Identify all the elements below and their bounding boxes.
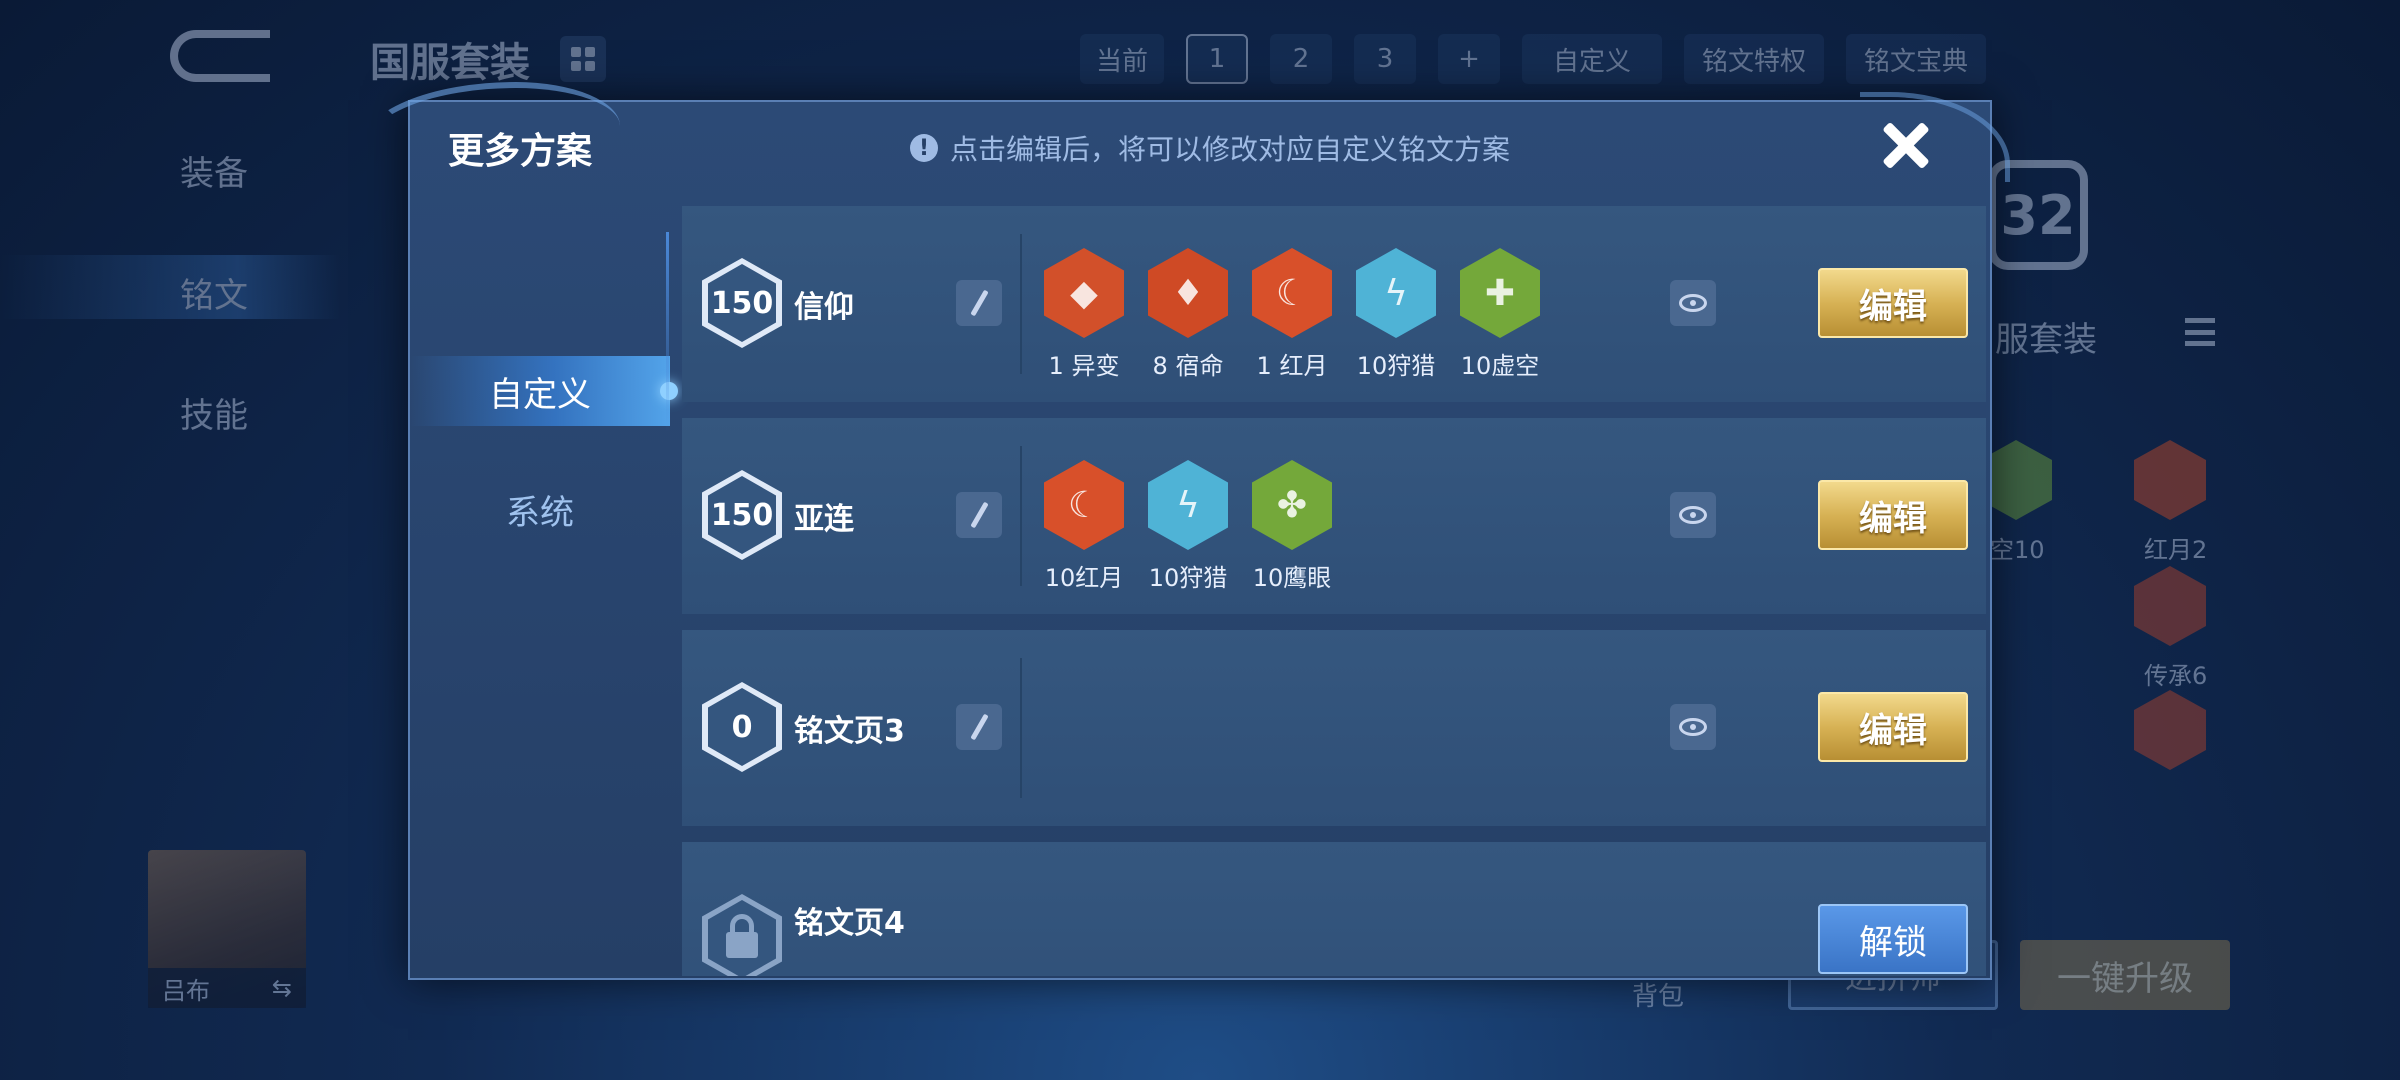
rune-page-bar: 当前 1 2 3 + 自定义 铭文特权 铭文宝典 bbox=[1080, 34, 1987, 84]
plan-name: 铭文页4 bbox=[794, 906, 905, 941]
plan-name: 铭文页3 bbox=[794, 714, 905, 749]
rename-icon[interactable] bbox=[956, 704, 1002, 750]
hint-text: 点击编辑后，将可以修改对应自定义铭文方案 bbox=[950, 133, 1511, 166]
tab-system[interactable]: 系统 bbox=[410, 474, 670, 544]
tab-divider bbox=[666, 232, 669, 432]
rune-red-icon: ♦ bbox=[1148, 248, 1228, 338]
tab-label: 系统 bbox=[506, 492, 574, 533]
hero-name-bar[interactable]: 吕布 ⇆ bbox=[148, 968, 306, 1008]
set-name-label: 服套装 bbox=[1995, 320, 2097, 360]
privilege-button[interactable]: 铭文特权 bbox=[1684, 34, 1825, 84]
active-indicator-icon bbox=[660, 382, 678, 400]
dialog-header: 更多方案 ! 点击编辑后，将可以修改对应自定义铭文方案 bbox=[410, 102, 1990, 202]
rune-list: ☾ 10红月 ϟ 10狩猎 ✤ 10鹰眼 bbox=[1044, 460, 1332, 593]
rune-red-icon: ☾ bbox=[1044, 460, 1124, 550]
rename-icon[interactable] bbox=[956, 492, 1002, 538]
rune-green-icon: ✤ bbox=[1252, 460, 1332, 550]
page-title: 国服套装 bbox=[370, 40, 530, 86]
rune-blue-icon: ϟ bbox=[1148, 460, 1228, 550]
preview-eye-icon[interactable] bbox=[1670, 280, 1716, 326]
rune-item[interactable]: ☾ 10红月 bbox=[1044, 460, 1124, 593]
sidebar-item-equipment[interactable]: 装备 bbox=[180, 146, 248, 195]
preview-eye-icon[interactable] bbox=[1670, 704, 1716, 750]
plan-row: 0 铭文页3 编辑 bbox=[682, 630, 1986, 826]
unlock-button[interactable]: 解锁 bbox=[1818, 904, 1968, 974]
tab-label: 自定义 bbox=[489, 374, 591, 415]
rune-item[interactable]: ✤ 10鹰眼 bbox=[1252, 460, 1332, 593]
rune-red-icon: ☾ bbox=[1252, 248, 1332, 338]
rune-label: 红月2 bbox=[2144, 536, 2208, 564]
grid-icon[interactable] bbox=[560, 36, 606, 82]
upgrade-all-button[interactable]: 一键升级 bbox=[2020, 940, 2230, 1010]
close-icon[interactable] bbox=[1874, 114, 1938, 178]
rune-label: 1 异变 bbox=[1048, 352, 1120, 380]
rune-label: 10狩猎 bbox=[1356, 352, 1436, 380]
level-value: 0 bbox=[708, 688, 776, 766]
edit-button[interactable]: 编辑 bbox=[1818, 268, 1968, 338]
current-label: 当前 bbox=[1080, 34, 1165, 84]
rune-item[interactable]: ϟ 10狩猎 bbox=[1148, 460, 1228, 593]
rune-item[interactable]: ◆ 1 异变 bbox=[1044, 248, 1124, 381]
bag-label[interactable]: 背包 bbox=[1632, 976, 1684, 1013]
preview-eye-icon[interactable] bbox=[1670, 492, 1716, 538]
tab-custom[interactable]: 自定义 bbox=[410, 356, 678, 426]
page-tab-2[interactable]: 2 bbox=[1270, 34, 1333, 84]
page-tab-1[interactable]: 1 bbox=[1186, 34, 1249, 84]
edit-button[interactable]: 编辑 bbox=[1818, 480, 1968, 550]
more-plans-dialog: 更多方案 ! 点击编辑后，将可以修改对应自定义铭文方案 自定义 系统 150 信… bbox=[360, 82, 2010, 982]
sidebar-highlight bbox=[0, 255, 340, 319]
plan-tabs: 自定义 系统 bbox=[410, 212, 678, 982]
back-icon[interactable] bbox=[170, 30, 270, 82]
lock-icon bbox=[702, 894, 782, 976]
plan-row: 150 信仰 ◆ 1 异变 ♦ 8 宿命 ☾ 1 红月 ϟ 10狩猎 ✚ 10虚… bbox=[682, 206, 1986, 402]
divider bbox=[1020, 658, 1022, 798]
sidebar-item-runes[interactable]: 铭文 bbox=[180, 268, 248, 317]
sidebar-item-skills[interactable]: 技能 bbox=[180, 388, 248, 437]
swap-icon[interactable]: ⇆ bbox=[272, 974, 292, 1002]
rune-label: 10狩猎 bbox=[1148, 564, 1228, 592]
rune-item[interactable]: ♦ 8 宿命 bbox=[1148, 248, 1228, 381]
level-value: 150 bbox=[708, 476, 776, 554]
plan-name: 信仰 bbox=[794, 290, 854, 325]
rune-item[interactable]: ✚ 10虚空 bbox=[1460, 248, 1540, 381]
level-badge: 0 bbox=[702, 682, 782, 772]
rune-list: ◆ 1 异变 ♦ 8 宿命 ☾ 1 红月 ϟ 10狩猎 ✚ 10虚空 bbox=[1044, 248, 1540, 381]
edit-button[interactable]: 编辑 bbox=[1818, 692, 1968, 762]
rune-green-icon: ✚ bbox=[1460, 248, 1540, 338]
menu-icon[interactable] bbox=[2185, 318, 2215, 346]
rune-label: 10鹰眼 bbox=[1252, 564, 1332, 592]
rune-label: 10虚空 bbox=[1460, 352, 1540, 380]
custom-button[interactable]: 自定义 bbox=[1522, 34, 1663, 84]
dialog-title: 更多方案 bbox=[448, 131, 593, 172]
plan-row: 150 亚连 ☾ 10红月 ϟ 10狩猎 ✤ 10鹰眼 编辑 bbox=[682, 418, 1986, 614]
rune-label: 8 宿命 bbox=[1152, 352, 1224, 380]
level-value: 150 bbox=[708, 264, 776, 342]
codex-button[interactable]: 铭文宝典 bbox=[1846, 34, 1987, 84]
plan-row-locked: 铭文页4 解锁 bbox=[682, 842, 1986, 976]
rune-label: 传承6 bbox=[2144, 662, 2208, 690]
rune-label: 1 红月 bbox=[1256, 352, 1328, 380]
rune-red-icon[interactable] bbox=[2134, 566, 2206, 646]
rune-blue-icon: ϟ bbox=[1356, 248, 1436, 338]
rune-item[interactable]: ☾ 1 红月 bbox=[1252, 248, 1332, 381]
hero-name: 吕布 bbox=[162, 976, 210, 1005]
dialog-hint: ! 点击编辑后，将可以修改对应自定义铭文方案 bbox=[910, 128, 1510, 168]
rune-item[interactable]: ϟ 10狩猎 bbox=[1356, 248, 1436, 381]
divider bbox=[1020, 234, 1022, 374]
level-badge: 150 bbox=[702, 470, 782, 560]
plan-list[interactable]: 150 信仰 ◆ 1 异变 ♦ 8 宿命 ☾ 1 红月 ϟ 10狩猎 ✚ 10虚… bbox=[682, 206, 1986, 976]
plan-name: 亚连 bbox=[794, 502, 854, 537]
rename-icon[interactable] bbox=[956, 280, 1002, 326]
rune-red-icon[interactable] bbox=[2134, 690, 2206, 770]
rune-label: 10红月 bbox=[1044, 564, 1124, 592]
rune-red-icon: ◆ bbox=[1044, 248, 1124, 338]
rune-label: 空10 bbox=[1990, 536, 2045, 564]
info-icon: ! bbox=[910, 134, 938, 162]
page-tab-3[interactable]: 3 bbox=[1354, 34, 1417, 84]
level-badge: 150 bbox=[702, 258, 782, 348]
add-page-button[interactable]: + bbox=[1438, 34, 1501, 84]
divider bbox=[1020, 446, 1022, 586]
rune-red-icon[interactable] bbox=[2134, 440, 2206, 520]
